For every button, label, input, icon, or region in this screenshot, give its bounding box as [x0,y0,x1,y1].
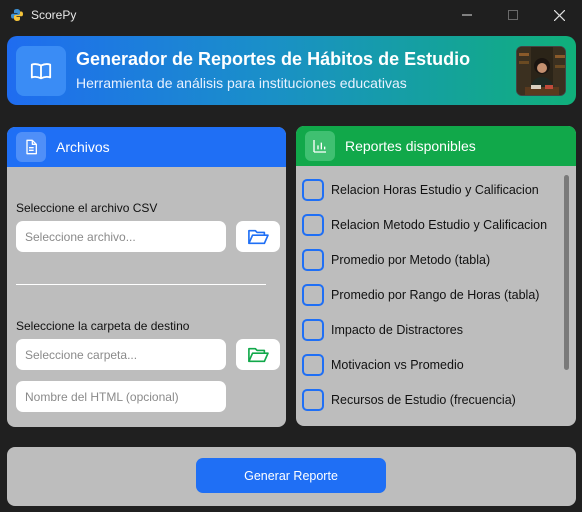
close-button[interactable] [536,0,582,30]
csv-label: Seleccione el archivo CSV [16,201,158,215]
minimize-icon [462,14,472,16]
report-checkbox[interactable] [302,179,324,201]
report-label: Motivacion vs Promedio [331,358,464,372]
report-item-promedio-rango-horas[interactable]: Promedio por Rango de Horas (tabla) [302,282,557,308]
folder-open-icon [248,347,269,362]
destination-folder-input[interactable] [16,339,226,370]
close-icon [553,9,565,21]
report-checkbox[interactable] [302,214,324,236]
page-subtitle: Herramienta de análisis para institucion… [76,75,407,91]
report-label: Recursos de Estudio (frecuencia) [331,393,516,407]
maximize-button[interactable] [490,0,536,30]
folder-open-icon [248,229,269,244]
report-label: Relacion Horas Estudio y Calificacion [331,183,539,197]
report-item-distractores[interactable]: Impacto de Distractores [302,317,557,343]
files-header-icon-box [16,132,46,162]
report-item-promedio-metodo[interactable]: Promedio por Metodo (tabla) [302,247,557,273]
report-checkbox[interactable] [302,319,324,341]
report-item-metodo-calificacion[interactable]: Relacion Metodo Estudio y Calificacion [302,212,557,238]
csv-file-input[interactable] [16,221,226,252]
files-panel: Archivos Seleccione el archivo CSV Selec… [7,127,286,427]
window-title: ScorePy [31,8,77,22]
report-item-recursos[interactable]: Recursos de Estudio (frecuencia) [302,387,557,413]
browse-destination-button[interactable] [236,339,280,370]
report-item-horas-calificacion[interactable]: Relacion Horas Estudio y Calificacion [302,177,557,203]
report-label: Relacion Metodo Estudio y Calificacion [331,218,548,232]
report-label: Promedio por Metodo (tabla) [331,253,491,267]
generate-report-button[interactable]: Generar Reporte [196,458,386,493]
report-checkbox[interactable] [302,354,324,376]
reports-scrollbar[interactable] [564,175,569,370]
files-panel-title: Archivos [56,139,110,155]
divider [16,284,266,285]
files-panel-header: Archivos [7,127,286,167]
reports-panel: Reportes disponibles Relacion Horas Estu… [296,126,576,426]
reports-panel-header: Reportes disponibles [296,126,576,166]
reports-header-icon-box [305,131,335,161]
page-title: Generador de Reportes de Hábitos de Estu… [76,49,471,69]
report-checkbox[interactable] [302,249,324,271]
avatar [516,46,566,96]
report-checkbox[interactable] [302,389,324,411]
report-item-motivacion[interactable]: Motivacion vs Promedio [302,352,557,378]
minimize-button[interactable] [444,0,490,30]
book-icon [30,63,52,80]
html-name-input[interactable] [16,381,226,412]
browse-csv-button[interactable] [236,221,280,252]
header-icon-box [16,46,66,96]
document-icon [26,139,37,155]
title-bar: ScorePy [0,0,582,30]
action-bar: Generar Reporte [7,447,576,506]
bar-chart-icon [313,140,326,153]
destination-label: Seleccione la carpeta de destino [16,319,190,333]
python-icon [11,9,23,21]
maximize-icon [508,10,518,20]
reports-panel-title: Reportes disponibles [345,138,476,154]
report-label: Impacto de Distractores [331,323,463,337]
report-checkbox[interactable] [302,284,324,306]
app-header: Generador de Reportes de Hábitos de Estu… [7,36,576,105]
report-label: Promedio por Rango de Horas (tabla) [331,288,540,302]
